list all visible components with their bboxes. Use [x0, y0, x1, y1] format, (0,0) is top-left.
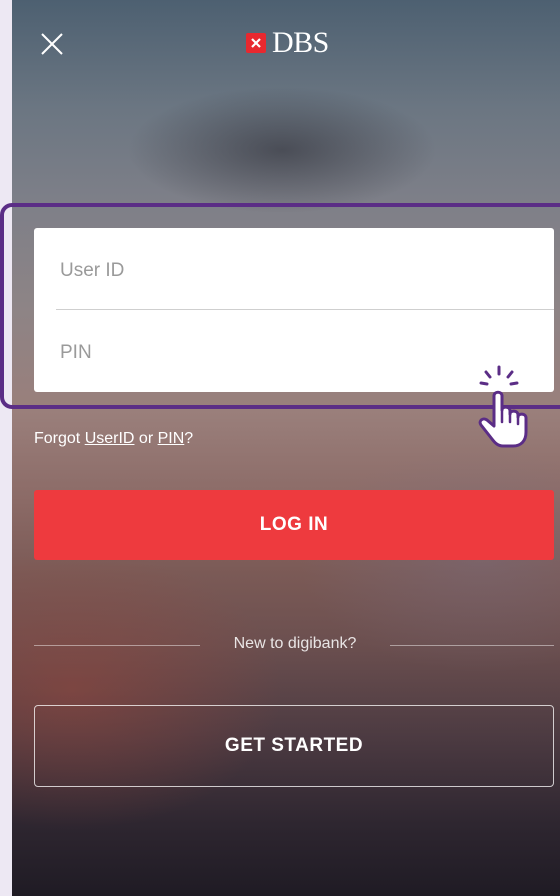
new-to-digibank-divider: New to digibank?: [34, 632, 554, 658]
login-screen: DBS Forgot UserID or PIN? LOG IN New to …: [12, 0, 560, 896]
close-icon: [41, 33, 63, 55]
app-frame: DBS Forgot UserID or PIN? LOG IN New to …: [0, 0, 560, 896]
divider-line-right: [390, 645, 554, 646]
close-button[interactable]: [38, 30, 66, 58]
forgot-pin-link[interactable]: PIN: [158, 430, 185, 447]
pin-field: [34, 310, 554, 392]
dbs-star-icon: [246, 33, 266, 53]
forgot-prefix: Forgot: [34, 430, 85, 447]
userid-field: [34, 228, 554, 310]
new-to-digibank-label: New to digibank?: [233, 635, 357, 652]
divider-line-left: [34, 645, 200, 646]
dbs-logo: DBS: [246, 26, 329, 60]
login-card: [34, 228, 554, 392]
login-button[interactable]: LOG IN: [34, 490, 554, 560]
pin-input[interactable]: [58, 332, 532, 374]
forgot-suffix: ?: [184, 430, 194, 447]
brand-name: DBS: [272, 26, 329, 59]
forgot-credentials: Forgot UserID or PIN?: [34, 430, 193, 448]
userid-input[interactable]: [58, 250, 532, 292]
forgot-userid-link[interactable]: UserID: [85, 430, 135, 447]
get-started-button[interactable]: GET STARTED: [34, 705, 554, 787]
forgot-middle: or: [134, 430, 158, 447]
